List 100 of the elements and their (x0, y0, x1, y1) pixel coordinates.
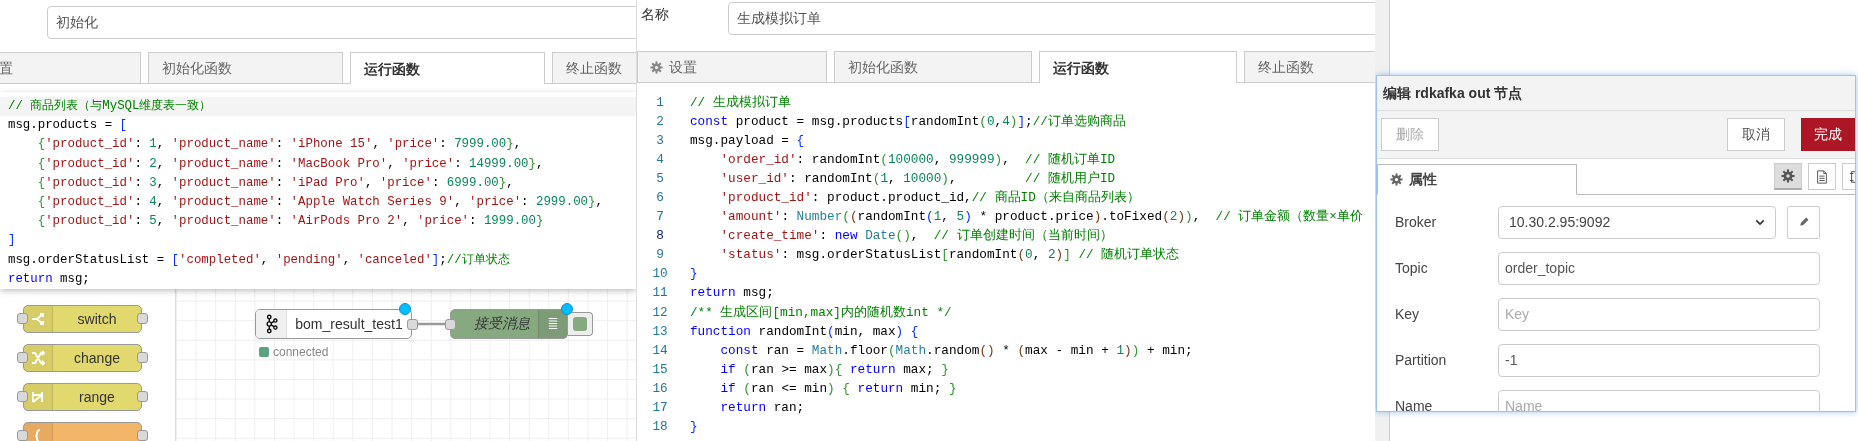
code-line: } (689, 265, 698, 284)
field-label: Key (1395, 306, 1421, 322)
gear-icon (650, 60, 663, 74)
line-number: 12 (651, 303, 669, 322)
name-field[interactable]: 生成模拟订单 (728, 2, 1375, 35)
input-field[interactable]: Key (1498, 297, 1820, 331)
line-number: 9 (655, 246, 665, 265)
code-line: return ran; (719, 398, 805, 417)
node-port[interactable] (137, 352, 148, 364)
shuffle-icon (30, 349, 46, 366)
edit-button[interactable] (1787, 205, 1820, 239)
node-port[interactable] (137, 313, 148, 325)
line-number: 8 (655, 227, 665, 246)
field-label: Name (1395, 398, 1434, 411)
line-number: 16 (651, 379, 669, 398)
node-port[interactable] (407, 318, 418, 330)
input-field[interactable]: Name (1498, 389, 1820, 411)
input-field[interactable]: -1 (1498, 343, 1820, 377)
code-line: {'product_id': 3, 'product_name': 'iPad Pro', 'price': 6999.00}, (36, 174, 515, 192)
code-line: } (689, 417, 698, 436)
code-line: {'product_id': 2, 'product_name': 'MacBook Pro', 'price': 14999.00}, (36, 155, 545, 173)
node-label: change (73, 349, 121, 366)
document-tab[interactable] (1808, 163, 1836, 190)
editor-tab[interactable]: 终止函数 (552, 52, 636, 83)
line-number: 4 (655, 151, 665, 170)
code-line: function randomInt(min, max) { (689, 322, 919, 341)
code-line: const ran = Math.floor(Math.random() * (max - min + 1)) + min; (719, 341, 1193, 360)
node-label: switch (76, 310, 118, 327)
line-number: 5 (655, 170, 665, 189)
wire (417, 321, 445, 326)
code-line: msg.payload = { (689, 132, 805, 151)
code-line: 'order_id': randomInt(100000, 999999), // 随机订单ID (719, 151, 1116, 170)
switch-icon (30, 310, 46, 327)
field-label: 名称 (641, 6, 670, 24)
code-line: 'product_id': product.product_id,// 商品ID（来自商品列表） (719, 189, 1140, 208)
chevron-icon (1755, 218, 1765, 226)
list-icon (548, 316, 558, 332)
code-line: msg.products = [ (8, 117, 128, 135)
field-label: Broker (1395, 214, 1438, 230)
node-label: bom_result_test1 (294, 315, 404, 332)
editor-tab[interactable]: 初始化函数 (148, 52, 343, 83)
palette-node[interactable] (23, 421, 142, 441)
code-line: const product = msg.products[randomInt(0,4)];//订单选购商品 (689, 113, 1126, 132)
field-label: Partition (1395, 352, 1448, 368)
code-line: {'product_id': 1, 'product_name': 'iPhone 15', 'price': 7999.00}, (36, 136, 523, 154)
editor-tab[interactable]: 运行函数 (350, 52, 545, 84)
dialog-title: 编辑 rdkafka out 节点 (1377, 76, 1855, 111)
cluster-icon (264, 313, 278, 334)
properties-tab[interactable]: 属性 (1377, 164, 1577, 195)
field-label: Topic (1395, 260, 1429, 276)
code-line: {'product_id': 5, 'product_name': 'AirPods Pro 2', 'price': 1999.00} (36, 213, 545, 231)
pencil-icon (1797, 216, 1810, 228)
palette-node[interactable]: change (23, 343, 142, 372)
status-text: connected (273, 344, 329, 359)
editor-tab[interactable]: 设置 (637, 51, 827, 82)
settings-tab[interactable] (1774, 163, 1802, 190)
line-number: 2 (655, 113, 665, 132)
line-number: 17 (651, 398, 669, 417)
editor-tab[interactable]: 置 (0, 52, 141, 83)
done-button[interactable]: 完成 (1801, 118, 1855, 151)
node-label: range (78, 388, 116, 405)
editor-tab[interactable]: 运行函数 (1039, 51, 1237, 83)
line-number: 14 (651, 341, 669, 360)
gear-icon (1781, 169, 1795, 183)
code-line: 'status': msg.orderStatusList[randomInt(0, 2)] // 随机订单状态 (719, 246, 1180, 265)
code-line: {'product_id': 4, 'product_name': 'Apple Watch Series 9', 'price': 2999.00}, (36, 193, 604, 211)
line-number: 10 (651, 265, 669, 284)
flow-node[interactable]: bom_result_test1 (255, 308, 412, 339)
node-label: 接受消息 (473, 314, 531, 333)
editor-tab[interactable]: 初始化函数 (834, 51, 1032, 82)
code-line: if (ran >= max){ return max; } (719, 360, 949, 379)
editor-tab[interactable]: 终止函数 (1244, 51, 1375, 82)
input-field[interactable]: order_topic (1498, 251, 1820, 285)
line-number: 1 (655, 94, 665, 112)
code-line: // 生成模拟订单 (689, 94, 791, 112)
select-field[interactable]: 10.30.2.95:9092 (1498, 205, 1776, 239)
line-number: 6 (655, 189, 665, 208)
flow-node[interactable]: 接受消息 (450, 308, 568, 339)
code-line: 'create_time': new Date(), // 订单创建时间（当前时间） (719, 227, 1113, 246)
debug-toggle[interactable] (568, 311, 593, 336)
line-number: 18 (651, 417, 669, 436)
code-line: return msg; (8, 270, 91, 288)
code-line: 'amount': Number((randomInt(1, 5) * product.price).toFixed(2)), // 订单金额（数量×单价 (719, 208, 1363, 227)
node-port[interactable] (137, 430, 148, 441)
node-port[interactable] (137, 391, 148, 403)
palette-node[interactable]: range (23, 382, 142, 411)
cancel-button[interactable]: 取消 (1727, 118, 1785, 151)
gear-icon (1390, 173, 1403, 186)
line-number: 13 (651, 322, 669, 341)
line-number: 7 (655, 208, 665, 227)
code-line: msg.orderStatusList = ['completed', 'pending', 'canceled'];//订单状态 (8, 251, 511, 269)
code-line: /** 生成区间[min,max]内的随机数int */ (689, 303, 952, 322)
code-line: 'user_id': randomInt(1, 10000), // 随机用户ID (719, 170, 1116, 189)
document-icon (1815, 169, 1829, 184)
name-field[interactable]: 初始化 (47, 6, 636, 39)
code-line: return msg; (689, 284, 774, 303)
palette-node[interactable]: switch (23, 304, 142, 333)
code-line: ] (8, 232, 17, 250)
line-number: 15 (651, 360, 669, 379)
code-line: if (ran <= min) { return min; } (719, 379, 957, 398)
